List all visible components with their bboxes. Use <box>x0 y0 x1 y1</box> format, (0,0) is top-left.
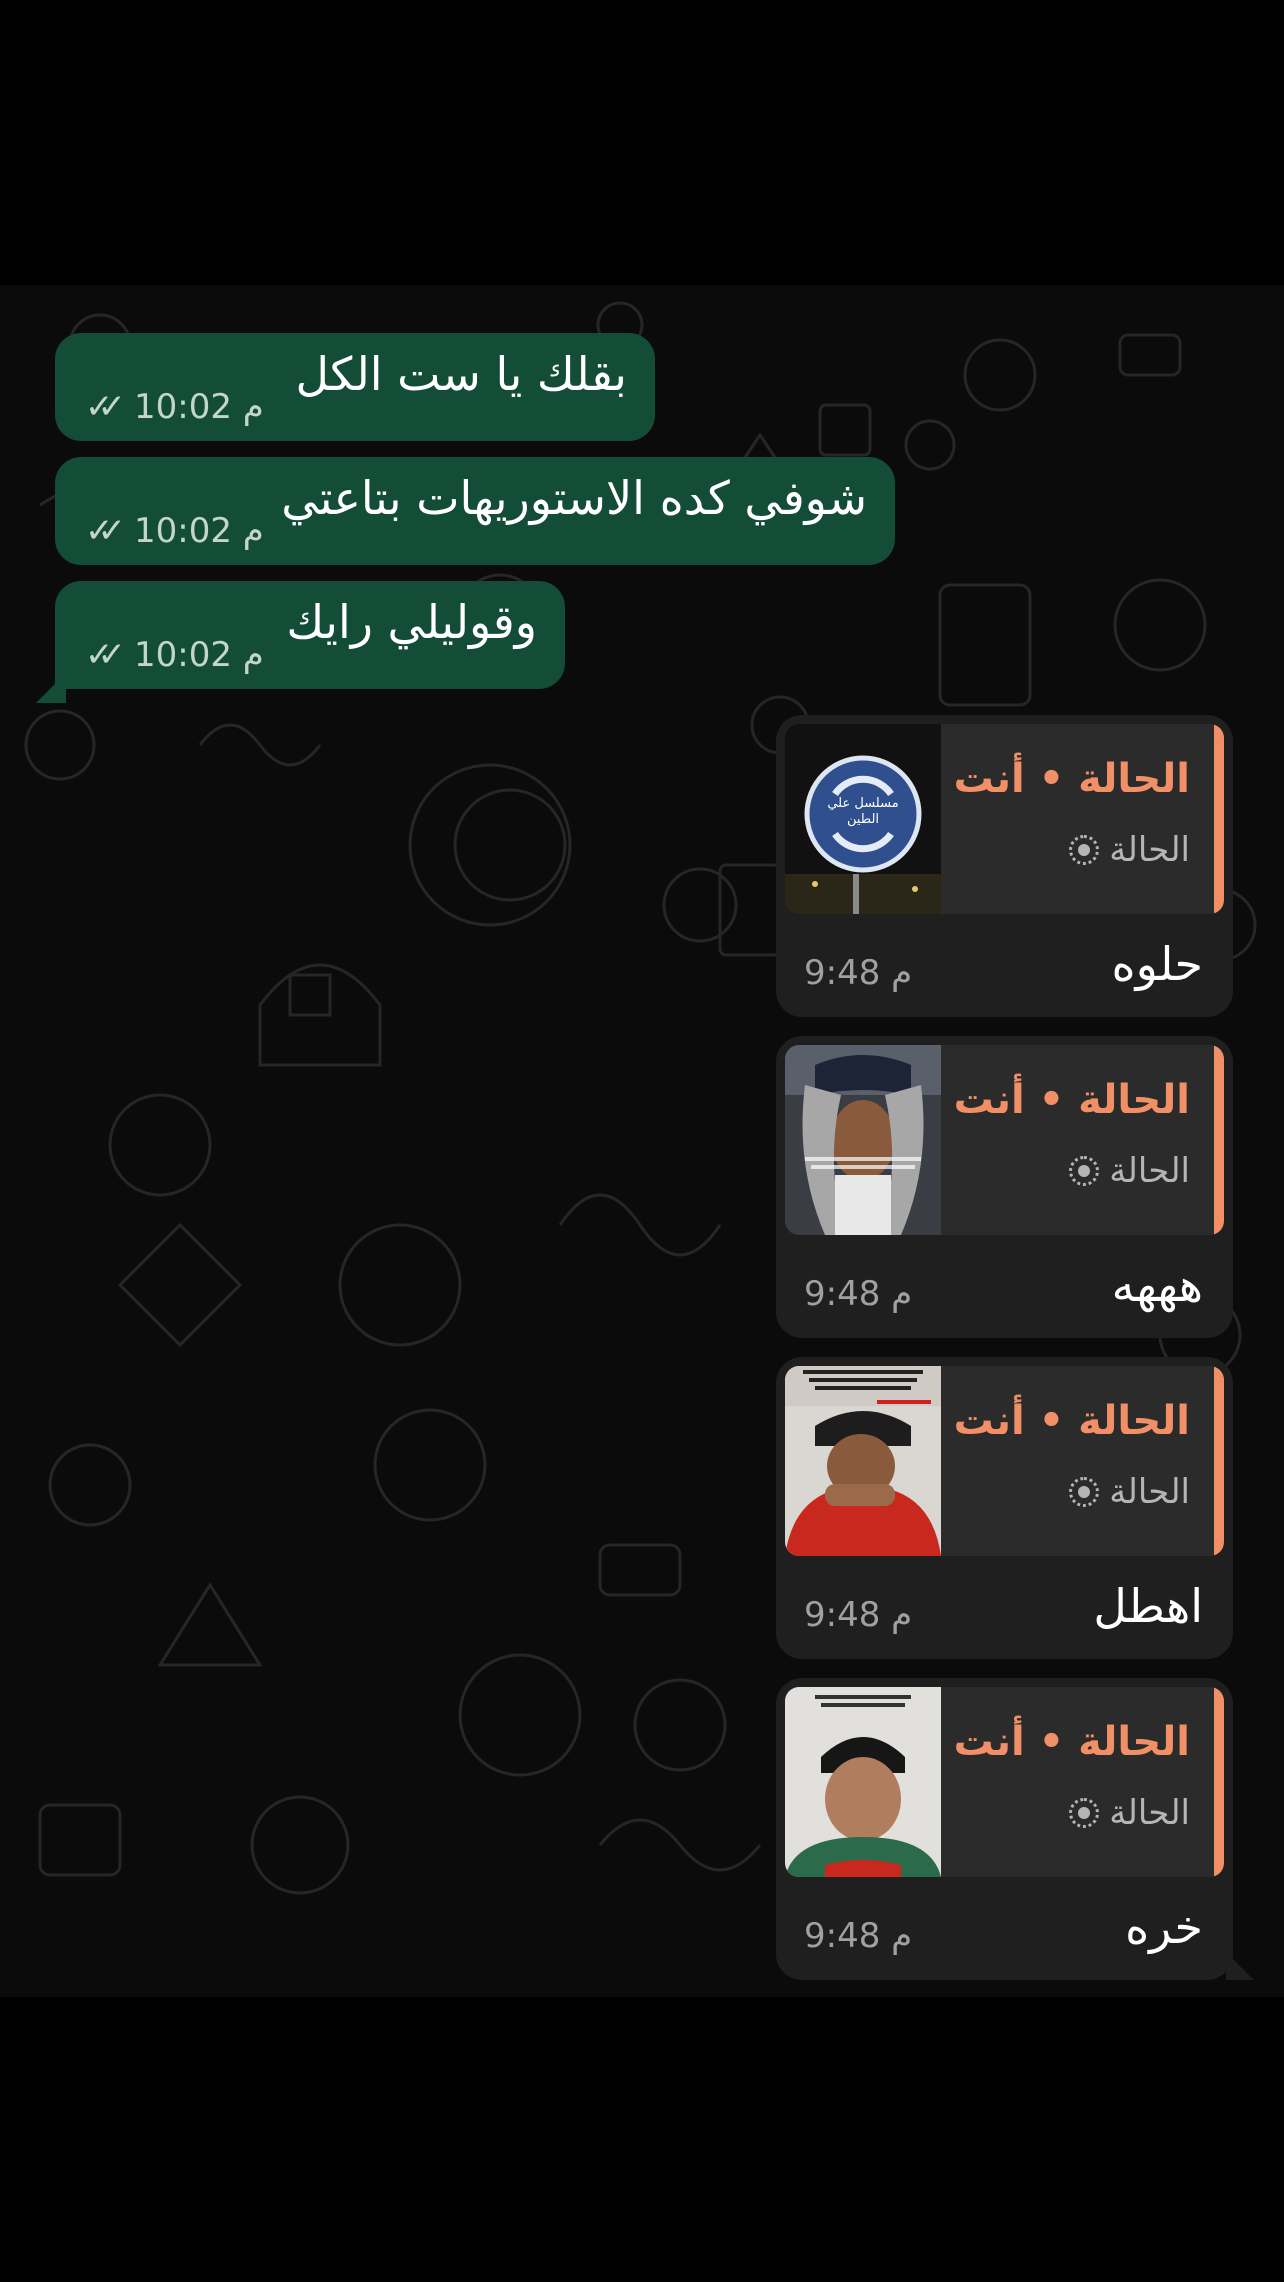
quote-subtitle-text: الحالة <box>1109 1793 1190 1833</box>
status-thumbnail <box>785 1045 941 1235</box>
message-text: هههه <box>1111 1258 1203 1312</box>
quote-subtitle: الحالة <box>1069 1151 1190 1191</box>
quoted-status[interactable]: الحالة • أنت الحالة <box>785 1045 1224 1235</box>
message-text: شوفي كده الاستوريهات بتاعتي <box>281 471 867 525</box>
quote-title: الحالة • أنت <box>953 1398 1190 1444</box>
status-icon <box>1069 835 1100 865</box>
quote-title: الحالة • أنت <box>953 756 1190 802</box>
message-time: 10:02 م <box>133 511 264 551</box>
quoted-status[interactable]: الحالة • أنت الحالة <box>785 1687 1224 1877</box>
status-icon <box>1069 1477 1100 1507</box>
message-text: اهطل <box>1093 1579 1203 1633</box>
quote-title: الحالة • أنت <box>953 1719 1190 1765</box>
quote-accent-bar <box>1214 1045 1224 1235</box>
quote-subtitle-text: الحالة <box>1109 830 1190 870</box>
status-thumbnail <box>785 1366 941 1556</box>
quote-accent-bar <box>1214 724 1224 914</box>
message-text: وقوليلي رايك <box>286 595 537 649</box>
status-icon <box>1069 1156 1100 1186</box>
quote-subtitle-text: الحالة <box>1109 1151 1190 1191</box>
quote-subtitle-text: الحالة <box>1109 1472 1190 1512</box>
thumbnail-caption: مسلسل علي الطين <box>827 796 899 827</box>
status-icon <box>1069 1798 1100 1828</box>
status-reply-message[interactable]: مسلسل علي الطين الحالة • أنت الحالة حلوه… <box>776 715 1233 1017</box>
quoted-status[interactable]: مسلسل علي الطين الحالة • أنت الحالة <box>785 724 1224 914</box>
message-time: 10:02 م <box>133 387 264 427</box>
sent-message[interactable]: بقلك يا ست الكل ✓✓ 10:02 م <box>55 333 655 441</box>
status-thumbnail: مسلسل علي الطين <box>785 724 941 914</box>
quoted-status[interactable]: الحالة • أنت الحالة <box>785 1366 1224 1556</box>
message-time: 9:48 م <box>804 1274 913 1314</box>
message-meta: ✓✓ 10:02 م <box>85 511 264 551</box>
quote-subtitle: الحالة <box>1069 1793 1190 1833</box>
sent-message[interactable]: شوفي كده الاستوريهات بتاعتي ✓✓ 10:02 م <box>55 457 895 565</box>
chat-area[interactable]: بقلك يا ست الكل ✓✓ 10:02 م شوفي كده الاس… <box>0 285 1284 1997</box>
quote-subtitle: الحالة <box>1069 1472 1190 1512</box>
message-time: 9:48 م <box>804 953 913 993</box>
quote-accent-bar <box>1214 1366 1224 1556</box>
message-text: حلوه <box>1111 937 1203 991</box>
message-time: 10:02 م <box>133 635 264 675</box>
status-reply-message[interactable]: الحالة • أنت الحالة اهطل 9:48 م <box>776 1357 1233 1659</box>
message-meta: ✓✓ 10:02 م <box>85 635 264 675</box>
quote-subtitle: الحالة <box>1069 830 1190 870</box>
read-ticks-icon: ✓✓ <box>85 635 126 675</box>
message-text: بقلك يا ست الكل <box>295 347 627 401</box>
read-ticks-icon: ✓✓ <box>85 387 126 427</box>
status-reply-message[interactable]: الحالة • أنت الحالة خره 9:48 م <box>776 1678 1233 1980</box>
quote-title: الحالة • أنت <box>953 1077 1190 1123</box>
status-thumbnail <box>785 1687 941 1877</box>
message-text: خره <box>1125 1900 1203 1954</box>
status-reply-message[interactable]: الحالة • أنت الحالة هههه 9:48 م <box>776 1036 1233 1338</box>
message-time: 9:48 م <box>804 1595 913 1635</box>
message-meta: ✓✓ 10:02 م <box>85 387 264 427</box>
read-ticks-icon: ✓✓ <box>85 511 126 551</box>
message-time: 9:48 م <box>804 1916 913 1956</box>
sent-message[interactable]: وقوليلي رايك ✓✓ 10:02 م <box>55 581 565 689</box>
quote-accent-bar <box>1214 1687 1224 1877</box>
